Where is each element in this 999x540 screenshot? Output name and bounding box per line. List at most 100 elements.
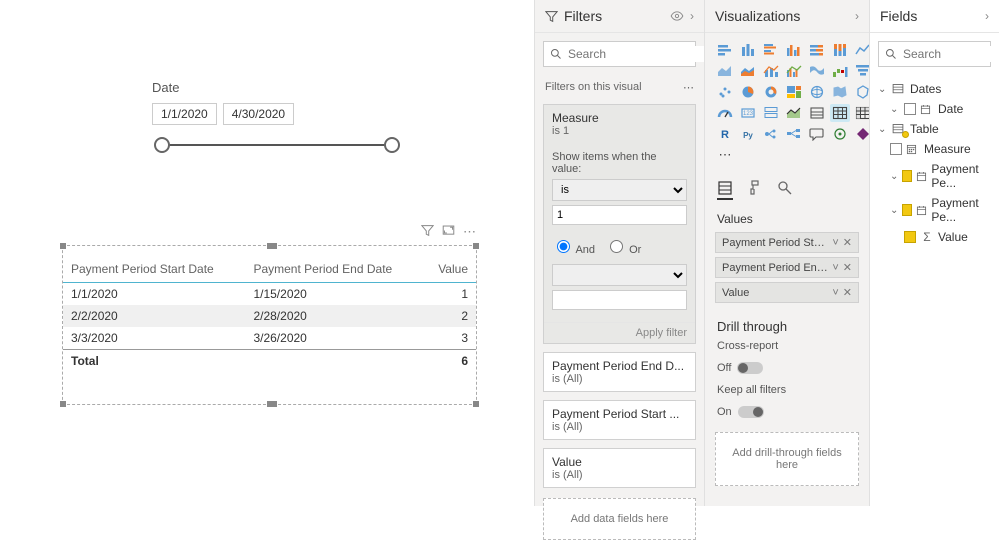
filter-card[interactable]: Payment Period End D... is (All) xyxy=(543,352,696,392)
area-chart-icon[interactable] xyxy=(715,62,735,80)
table-node-dates[interactable]: ⌄ Dates xyxy=(876,79,993,99)
date-slicer[interactable]: Date 1/1/2020 4/30/2020 xyxy=(152,80,402,155)
filter-search-input[interactable] xyxy=(566,46,725,62)
slicer-end-date[interactable]: 4/30/2020 xyxy=(223,103,294,125)
apply-filter-button[interactable]: Apply filter xyxy=(544,322,695,343)
resize-handle[interactable] xyxy=(60,401,66,407)
waterfall-icon[interactable] xyxy=(830,62,850,80)
kpi-icon[interactable] xyxy=(784,104,804,122)
qa-visual-icon[interactable] xyxy=(807,125,827,143)
hide-pane-icon[interactable] xyxy=(670,11,684,21)
report-canvas[interactable]: Date 1/1/2020 4/30/2020 ⋯ xyxy=(0,0,534,506)
donut-chart-icon[interactable] xyxy=(761,83,781,101)
filter-operator-select-2[interactable] xyxy=(552,264,687,286)
treemap-icon[interactable] xyxy=(784,83,804,101)
remove-field-icon[interactable]: ✕ xyxy=(843,236,852,249)
filter-card[interactable]: Value is (All) xyxy=(543,448,696,488)
stacked-bar-100-icon[interactable] xyxy=(807,41,827,59)
ribbon-chart-icon[interactable] xyxy=(807,62,827,80)
slicer-start-date[interactable]: 1/1/2020 xyxy=(152,103,217,125)
chevron-down-icon[interactable]: ˅ xyxy=(832,237,838,249)
field-node-date[interactable]: ⌄ Date xyxy=(876,99,993,119)
field-checkbox[interactable] xyxy=(902,170,912,182)
multi-row-card-icon[interactable] xyxy=(761,104,781,122)
field-well[interactable]: Payment Period Start Da ˅ ✕ xyxy=(715,232,859,253)
filter-search[interactable] xyxy=(543,41,696,67)
fields-search-input[interactable] xyxy=(901,46,999,62)
arcgis-icon[interactable] xyxy=(830,125,850,143)
field-checkbox[interactable] xyxy=(904,103,916,115)
filter-value-input-2[interactable] xyxy=(552,290,687,310)
and-radio[interactable]: And xyxy=(552,237,595,256)
clustered-bar-icon[interactable] xyxy=(761,41,781,59)
collapse-pane-icon[interactable]: › xyxy=(690,9,694,23)
add-filter-fields[interactable]: Add data fields here xyxy=(543,498,696,540)
resize-handle[interactable] xyxy=(473,401,479,407)
chevron-down-icon[interactable]: ˅ xyxy=(832,287,838,299)
col-header[interactable]: Payment Period Start Date xyxy=(63,256,245,283)
slider-handle-end[interactable] xyxy=(384,137,400,153)
clustered-column-icon[interactable] xyxy=(784,41,804,59)
field-checkbox[interactable] xyxy=(904,231,916,243)
slider-handle-start[interactable] xyxy=(154,137,170,153)
gauge-icon[interactable] xyxy=(715,104,735,122)
analytics-tab-icon[interactable] xyxy=(777,180,793,200)
line-stacked-column-icon[interactable] xyxy=(761,62,781,80)
field-well[interactable]: Payment Period End Dat ˅ ✕ xyxy=(715,257,859,278)
field-checkbox[interactable] xyxy=(890,143,902,155)
table-row[interactable]: 2/2/2020 2/28/2020 2 xyxy=(63,305,476,327)
line-clustered-column-icon[interactable] xyxy=(784,62,804,80)
filled-map-icon[interactable] xyxy=(830,83,850,101)
remove-field-icon[interactable]: ✕ xyxy=(843,286,852,299)
slicer-icon[interactable] xyxy=(807,104,827,122)
stacked-area-icon[interactable] xyxy=(738,62,758,80)
r-visual-icon[interactable]: R xyxy=(715,125,735,143)
python-visual-icon[interactable]: Py xyxy=(738,125,758,143)
stacked-column-icon[interactable] xyxy=(738,41,758,59)
table-visual[interactable]: ⋯ Payment Period Start Date Payment Peri… xyxy=(62,245,477,405)
filter-card-measure[interactable]: Measure is 1 Show items when the value: … xyxy=(543,104,696,344)
or-radio[interactable]: Or xyxy=(605,237,641,256)
field-node-measure[interactable]: Measure xyxy=(876,139,993,159)
decomposition-tree-icon[interactable] xyxy=(784,125,804,143)
chevron-down-icon[interactable]: ˅ xyxy=(832,262,838,274)
fields-tab-icon[interactable] xyxy=(717,180,733,200)
field-node-payment1[interactable]: ⌄ Payment Pe... xyxy=(876,159,993,193)
cross-report-toggle[interactable] xyxy=(737,362,763,374)
remove-field-icon[interactable]: ✕ xyxy=(843,261,852,274)
field-checkbox[interactable] xyxy=(902,204,912,216)
filter-card[interactable]: Payment Period Start ... is (All) xyxy=(543,400,696,440)
collapse-pane-icon[interactable]: › xyxy=(855,9,859,23)
filter-value-input[interactable] xyxy=(552,205,687,225)
resize-handle[interactable] xyxy=(267,401,277,407)
import-visual-icon[interactable]: ⋯ xyxy=(715,146,735,164)
resize-handle[interactable] xyxy=(267,243,277,249)
scatter-icon[interactable] xyxy=(715,83,735,101)
table-icon[interactable] xyxy=(830,104,850,122)
col-header[interactable]: Value xyxy=(423,256,476,283)
stacked-column-100-icon[interactable] xyxy=(830,41,850,59)
field-node-payment2[interactable]: ⌄ Payment Pe... xyxy=(876,193,993,227)
add-drill-fields[interactable]: Add drill-through fields here xyxy=(715,432,859,486)
table-node-table[interactable]: ⌄ Table xyxy=(876,119,993,139)
filter-section-more[interactable]: ⋯ xyxy=(683,81,694,94)
focus-mode-icon[interactable] xyxy=(442,224,455,240)
fields-search[interactable] xyxy=(878,41,991,67)
key-influencers-icon[interactable] xyxy=(761,125,781,143)
stacked-bar-icon[interactable] xyxy=(715,41,735,59)
pie-chart-icon[interactable] xyxy=(738,83,758,101)
resize-handle[interactable] xyxy=(60,243,66,249)
card-icon[interactable]: 123 xyxy=(738,104,758,122)
col-header[interactable]: Payment Period End Date xyxy=(245,256,423,283)
table-row[interactable]: 3/3/2020 3/26/2020 3 xyxy=(63,327,476,350)
field-node-value[interactable]: Σ Value xyxy=(876,227,993,247)
resize-handle[interactable] xyxy=(473,243,479,249)
map-icon[interactable] xyxy=(807,83,827,101)
field-well[interactable]: Value ˅ ✕ xyxy=(715,282,859,303)
keep-filters-toggle[interactable] xyxy=(738,406,764,418)
slider-track[interactable] xyxy=(152,135,402,155)
format-tab-icon[interactable] xyxy=(747,180,763,200)
filter-operator-select[interactable]: is xyxy=(552,179,687,201)
collapse-pane-icon[interactable]: › xyxy=(985,9,989,23)
more-options-icon[interactable]: ⋯ xyxy=(463,224,476,240)
